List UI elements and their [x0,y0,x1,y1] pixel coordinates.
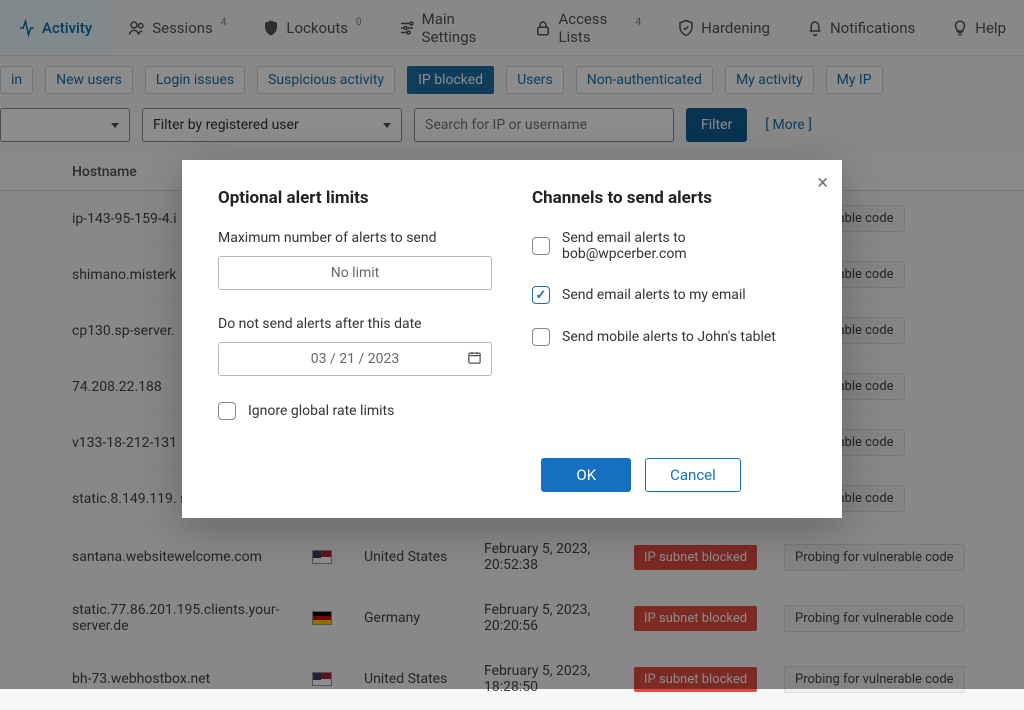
channel-checkbox[interactable]: Send email alerts to my email [532,286,806,304]
channel-label: Send email alerts to my email [562,287,746,303]
ignore-rate-limits-checkbox[interactable]: Ignore global rate limits [218,402,492,420]
channel-label: Send mobile alerts to John's tablet [562,329,776,345]
date-limit-label: Do not send alerts after this date [218,316,492,332]
channels-section: Channels to send alerts Send email alert… [532,188,806,444]
cancel-button[interactable]: Cancel [645,458,741,492]
optional-limits-title: Optional alert limits [218,188,492,208]
ok-button[interactable]: OK [541,458,631,492]
checkbox-box[interactable] [532,328,550,346]
checkbox-box[interactable] [532,237,550,255]
channel-checkbox[interactable]: Send mobile alerts to John's tablet [532,328,806,346]
channel-checkbox[interactable]: Send email alerts to bob@wpcerber.com [532,230,806,262]
ignore-rate-limits-label: Ignore global rate limits [248,403,394,419]
date-input[interactable] [218,342,492,376]
max-alerts-label: Maximum number of alerts to send [218,230,492,246]
optional-limits-section: Optional alert limits Maximum number of … [218,188,492,444]
close-icon[interactable]: × [817,170,828,194]
channels-title: Channels to send alerts [532,188,806,208]
modal-overlay: × Optional alert limits Maximum number o… [0,0,1024,689]
alert-settings-modal: × Optional alert limits Maximum number o… [182,160,842,518]
max-alerts-input[interactable] [218,256,492,290]
channel-label: Send email alerts to bob@wpcerber.com [562,230,806,262]
checkbox-box[interactable] [532,286,550,304]
